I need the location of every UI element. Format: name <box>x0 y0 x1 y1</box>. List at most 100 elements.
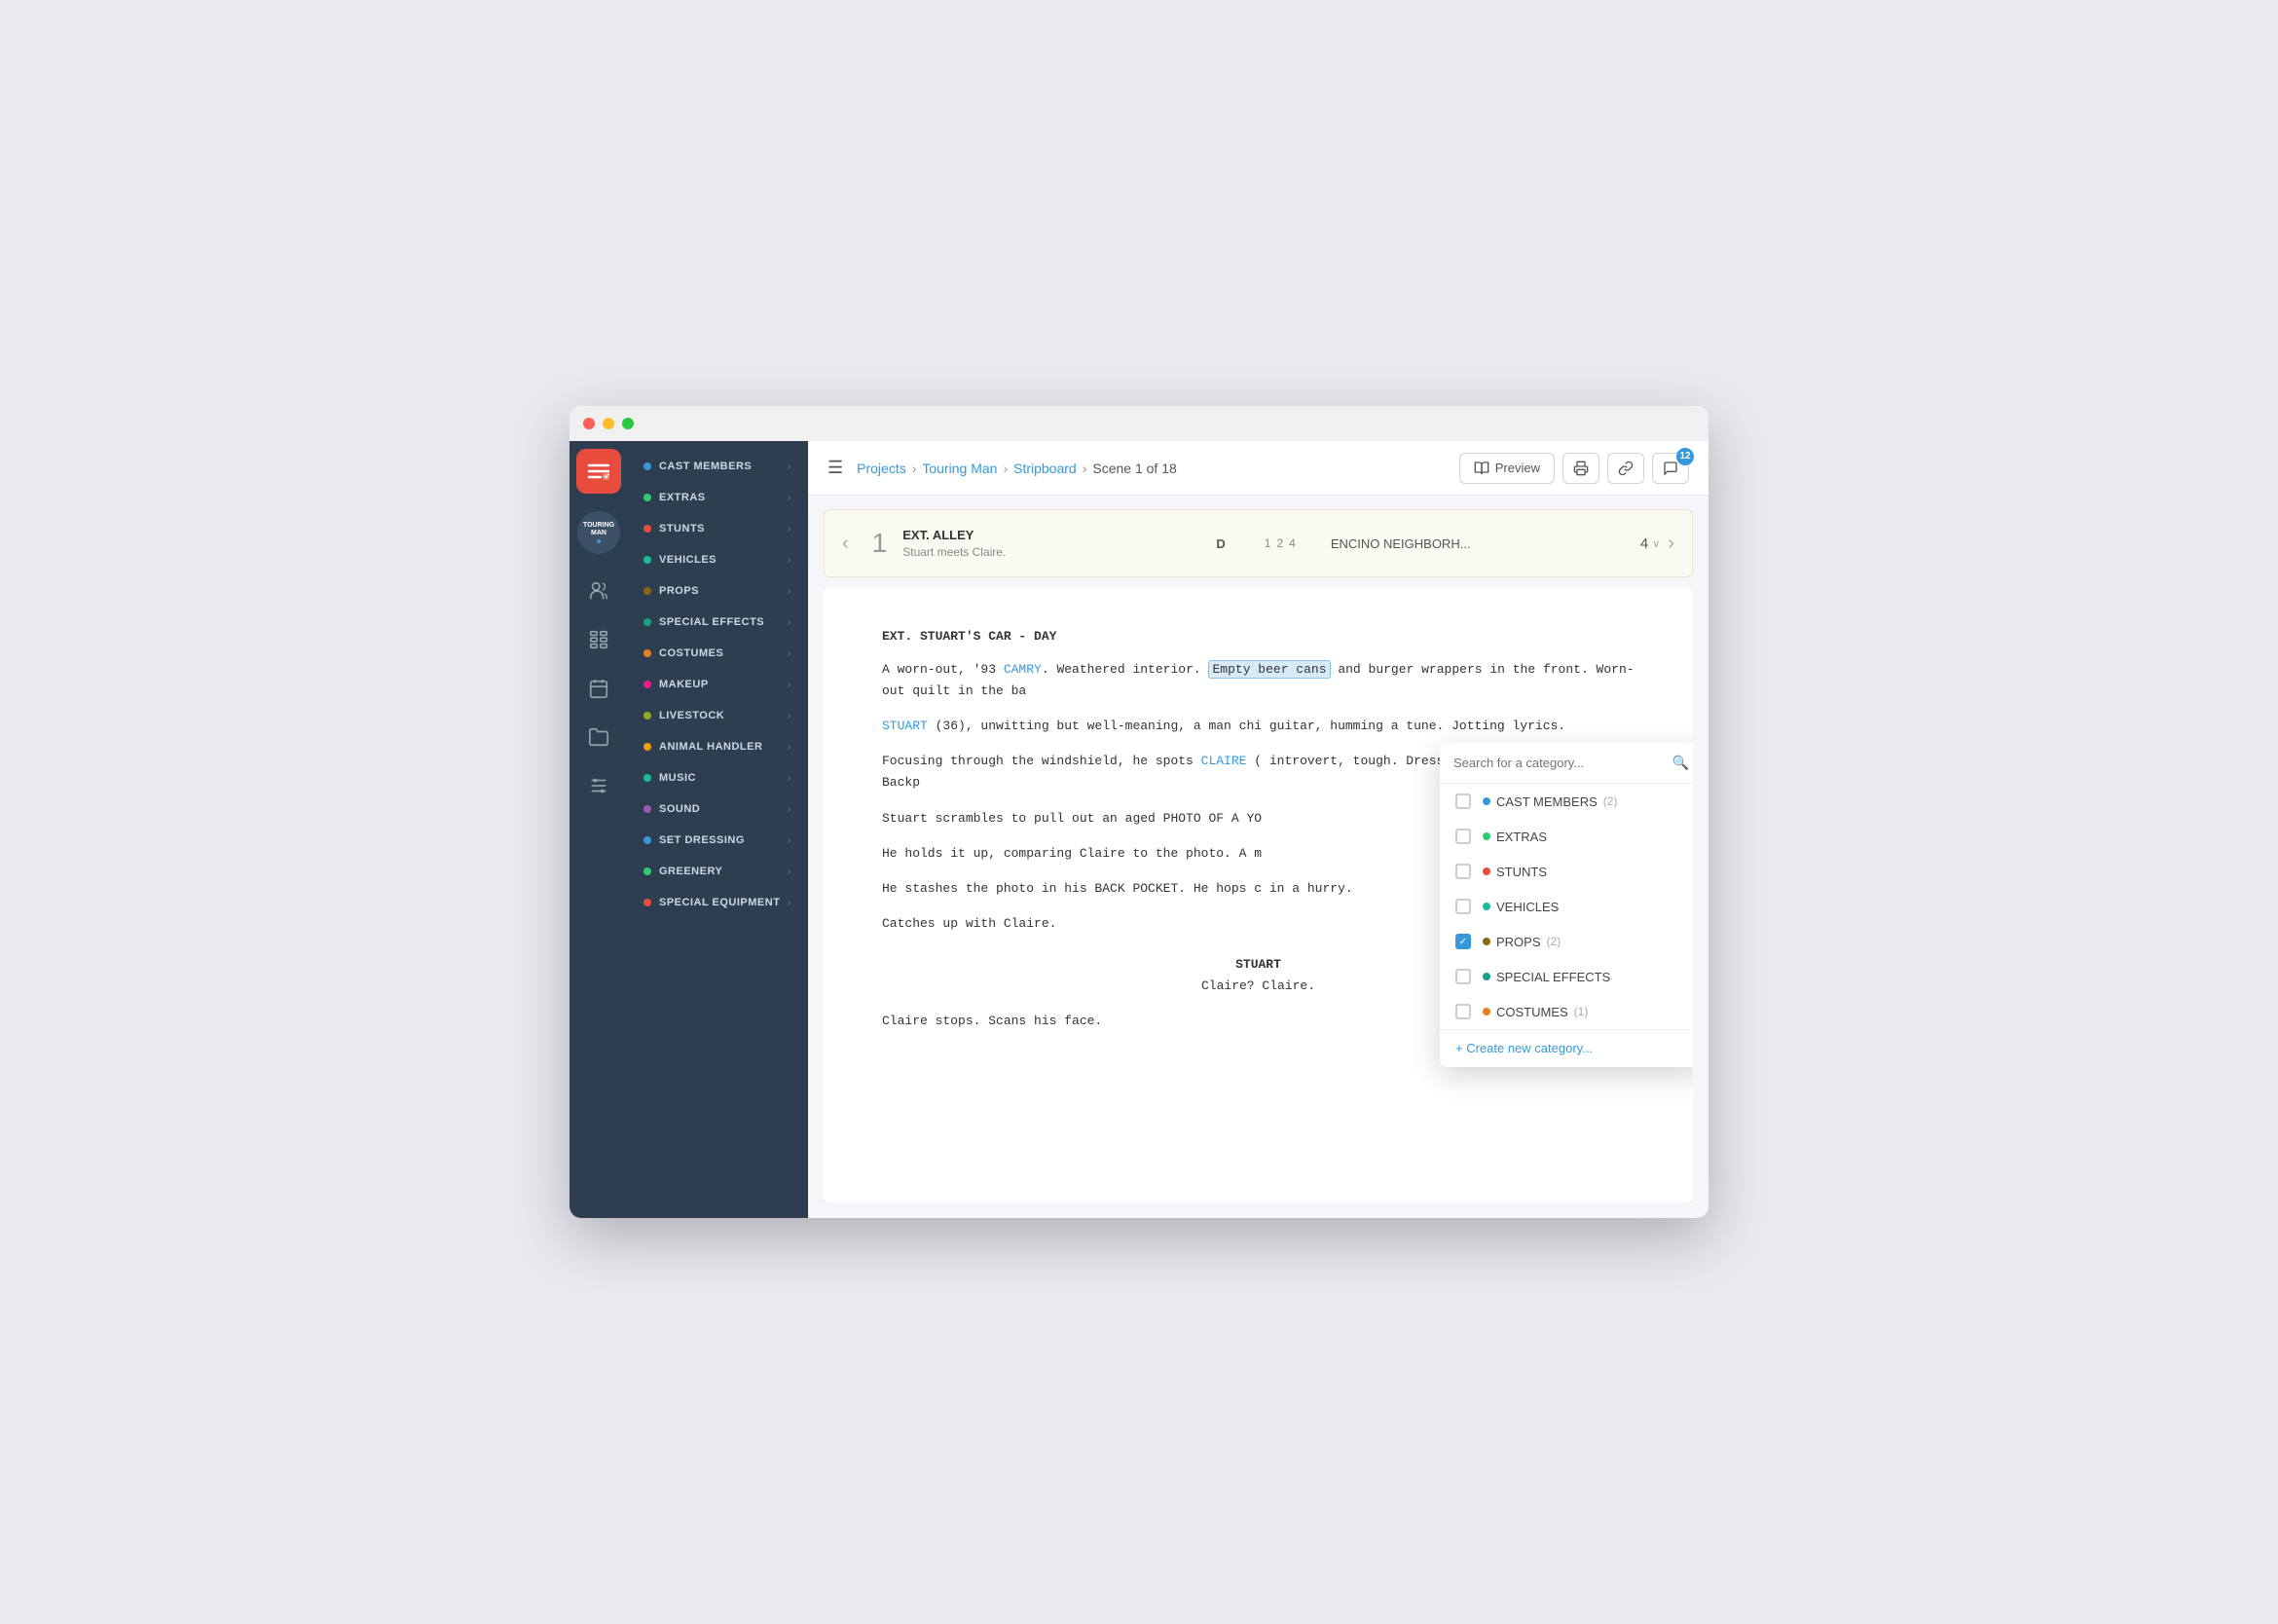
scene-next-button[interactable]: › <box>1660 533 1682 555</box>
chevron-icon: › <box>788 617 791 628</box>
header-actions: Preview <box>1459 453 1689 484</box>
breadcrumb-projects[interactable]: Projects <box>857 461 906 476</box>
project-avatar[interactable]: TOURINGMAN <box>577 511 620 554</box>
camry-link[interactable]: CAMRY <box>1004 662 1042 677</box>
sidebar-item-animal-handler[interactable]: ANIMAL HANDLER › <box>628 731 807 762</box>
category-sidebar: CAST MEMBERS › EXTRAS › STUNTS › <box>628 441 808 1218</box>
script-heading: EXT. STUART'S CAR - DAY <box>882 626 1635 647</box>
cast-members-label: CAST MEMBERS (2) <box>1483 794 1687 809</box>
chevron-icon: › <box>788 493 791 503</box>
costumes-checkbox[interactable] <box>1455 1004 1471 1019</box>
header: ☰ Projects › Touring Man › Stripboard › … <box>808 441 1708 496</box>
create-new-category-button[interactable]: + Create new category... <box>1455 1041 1593 1055</box>
sidebar-item-makeup[interactable]: MAKEUP › <box>628 669 807 700</box>
scene-prev-button[interactable]: ‹ <box>834 533 857 555</box>
dropdown-item-extras[interactable]: EXTRAS <box>1440 819 1693 854</box>
category-search-input[interactable] <box>1453 756 1665 770</box>
dropdown-footer: + Create new category... <box>1440 1029 1693 1067</box>
settings-nav-icon[interactable] <box>577 764 620 807</box>
stunts-checkbox[interactable] <box>1455 864 1471 879</box>
chevron-icon: › <box>788 680 791 690</box>
chevron-icon: › <box>788 773 791 784</box>
chevron-icon: › <box>788 648 791 659</box>
stunts-label: STUNTS <box>1483 865 1687 879</box>
sidebar-item-set-dressing[interactable]: SET DRESSING › <box>628 825 807 856</box>
dropdown-item-special-effects[interactable]: SPECIAL EFFECTS <box>1440 959 1693 994</box>
empty-beer-cans-highlight: Empty beer cans <box>1208 660 1330 679</box>
dropdown-item-cast-members[interactable]: CAST MEMBERS (2) <box>1440 784 1693 819</box>
chevron-icon: › <box>788 555 791 566</box>
sidebar-item-sound[interactable]: SOUND › <box>628 794 807 825</box>
preview-label: Preview <box>1495 461 1540 475</box>
maximize-dot[interactable] <box>622 418 634 429</box>
dropdown-item-vehicles[interactable]: VEHICLES <box>1440 889 1693 924</box>
icon-sidebar: TOURINGMAN <box>570 441 628 1218</box>
vehicles-label: VEHICLES <box>1483 900 1687 914</box>
sidebar-item-vehicles[interactable]: VEHICLES › <box>628 544 807 575</box>
special-effects-label: SPECIAL EFFECTS <box>1483 970 1687 984</box>
props-label: PROPS (2) <box>1483 935 1687 949</box>
app-window: TOURINGMAN <box>570 406 1708 1218</box>
sidebar-item-costumes[interactable]: COSTUMES › <box>628 638 807 669</box>
sidebar-item-cast-members[interactable]: CAST MEMBERS › <box>628 451 807 482</box>
app-body: TOURINGMAN <box>570 441 1708 1218</box>
minimize-dot[interactable] <box>603 418 614 429</box>
extras-checkbox[interactable] <box>1455 829 1471 844</box>
scene-location: ENCINO NEIGHBORH... <box>1331 536 1625 551</box>
stuart-link[interactable]: STUART <box>882 719 928 733</box>
dropdown-item-costumes[interactable]: COSTUMES (1) <box>1440 994 1693 1029</box>
chevron-icon: › <box>788 586 791 597</box>
chevron-icon: › <box>788 742 791 753</box>
sidebar-item-extras[interactable]: EXTRAS › <box>628 482 807 513</box>
title-bar <box>570 406 1708 441</box>
sidebar-item-special-effects[interactable]: SPECIAL EFFECTS › <box>628 607 807 638</box>
grid-nav-icon[interactable] <box>577 618 620 661</box>
search-icon: 🔍 <box>1672 755 1689 771</box>
claire-link[interactable]: CLAIRE <box>1201 754 1247 768</box>
breadcrumb-sep2: › <box>1003 461 1008 476</box>
sidebar-item-props[interactable]: PROPS › <box>628 575 807 607</box>
scene-strip: ‹ 1 EXT. ALLEY Stuart meets Claire. D 1 … <box>824 509 1693 577</box>
print-button[interactable] <box>1562 453 1599 484</box>
script-container: EXT. STUART'S CAR - DAY A worn-out, '93 … <box>824 587 1693 1202</box>
sidebar-item-greenery[interactable]: GREENERY › <box>628 856 807 887</box>
dropdown-item-stunts[interactable]: STUNTS <box>1440 854 1693 889</box>
scene-description: Stuart meets Claire. <box>902 545 1196 559</box>
chevron-icon: › <box>788 835 791 846</box>
costumes-label: COSTUMES (1) <box>1483 1005 1687 1019</box>
people-nav-icon[interactable] <box>577 570 620 612</box>
special-effects-checkbox[interactable] <box>1455 969 1471 984</box>
breadcrumb-touring-man[interactable]: Touring Man <box>922 461 997 476</box>
sidebar-item-stunts[interactable]: STUNTS › <box>628 513 807 544</box>
scene-int-ext: EXT. ALLEY <box>902 528 1196 542</box>
calendar-nav-icon[interactable] <box>577 667 620 710</box>
vehicles-checkbox[interactable] <box>1455 899 1471 914</box>
scene-time-of-day: D <box>1216 536 1225 551</box>
dropdown-item-props[interactable]: ✓ PROPS (2) <box>1440 924 1693 959</box>
preview-button[interactable]: Preview <box>1459 453 1555 484</box>
chevron-icon: › <box>788 711 791 721</box>
main-content: ☰ Projects › Touring Man › Stripboard › … <box>808 441 1708 1218</box>
sidebar-item-music[interactable]: MUSIC › <box>628 762 807 794</box>
close-dot[interactable] <box>583 418 595 429</box>
chevron-icon: › <box>788 804 791 815</box>
sidebar-item-livestock[interactable]: LIVESTOCK › <box>628 700 807 731</box>
category-dropdown: 🔍 CAST MEMBERS (2) <box>1440 743 1693 1067</box>
cast-members-checkbox[interactable] <box>1455 794 1471 809</box>
props-checkbox[interactable]: ✓ <box>1455 934 1471 949</box>
comments-button[interactable]: 12 <box>1652 453 1689 484</box>
folder-nav-icon[interactable] <box>577 716 620 758</box>
hamburger-menu[interactable]: ☰ <box>827 458 843 478</box>
breadcrumb-stripboard[interactable]: Stripboard <box>1013 461 1077 476</box>
category-search-container: 🔍 <box>1440 743 1693 784</box>
extras-label: EXTRAS <box>1483 830 1687 844</box>
app-logo[interactable] <box>576 449 621 494</box>
breadcrumb-current: Scene 1 of 18 <box>1092 461 1176 476</box>
sidebar-item-special-equipment[interactable]: SPECIAL EQUIPMENT › <box>628 887 807 918</box>
scene-pages: 1 2 4 <box>1265 536 1296 550</box>
link-button[interactable] <box>1607 453 1644 484</box>
chevron-icon: › <box>788 867 791 877</box>
script-para-2: STUART (36), unwitting but well-meaning,… <box>882 716 1635 737</box>
scene-info: EXT. ALLEY Stuart meets Claire. <box>902 528 1196 559</box>
breadcrumb-sep1: › <box>912 461 917 476</box>
